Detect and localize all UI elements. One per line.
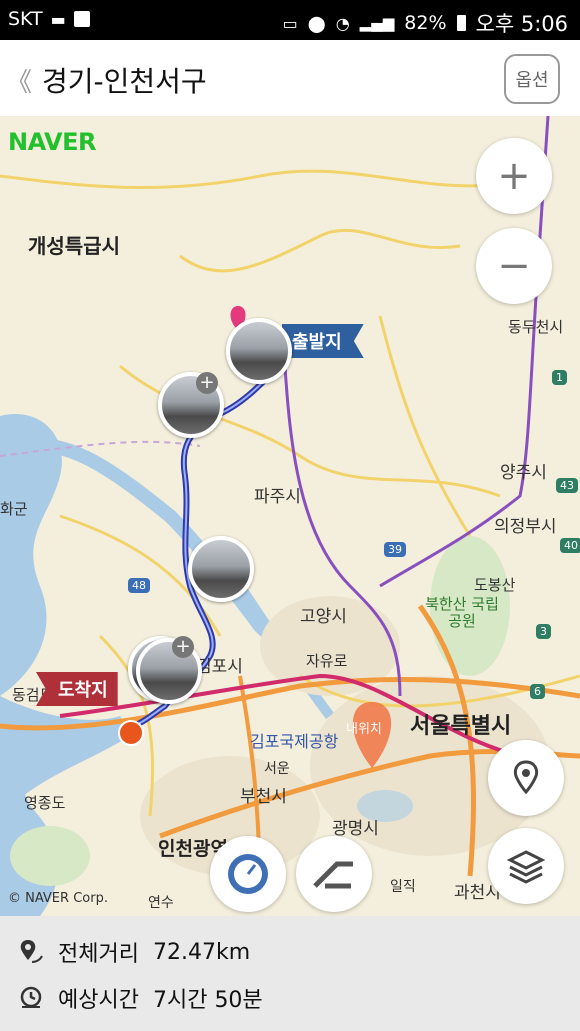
speedometer-icon bbox=[228, 854, 268, 894]
place-label: 도봉산 bbox=[474, 576, 516, 594]
time-label: 예상시간 bbox=[58, 988, 139, 1013]
place-label: 동두천시 bbox=[508, 318, 564, 336]
zoom-in-button[interactable]: + bbox=[476, 138, 552, 214]
place-label: 부천시 bbox=[240, 787, 287, 807]
place-label: 개성특급시 bbox=[28, 234, 120, 258]
message-icon: ▬ bbox=[50, 9, 66, 29]
road-shield: 40 bbox=[560, 538, 580, 553]
location-pin-icon bbox=[513, 760, 539, 795]
road-shield: 48 bbox=[128, 578, 150, 593]
carrier: SKT bbox=[8, 8, 43, 30]
wifi-icon: ◔ bbox=[335, 13, 350, 33]
minus-icon: − bbox=[497, 243, 531, 289]
road-shield: 1 bbox=[552, 370, 567, 385]
place-label: 북한산 국립공원 bbox=[425, 595, 499, 630]
photo-marker[interactable] bbox=[188, 536, 254, 602]
route-summary: 전체거리 72.47km 예상시간 7시간 50분 bbox=[0, 916, 580, 1031]
photo-marker[interactable] bbox=[226, 318, 292, 384]
start-flag[interactable]: 출발지 bbox=[282, 324, 364, 358]
route-end-icon bbox=[118, 720, 144, 746]
speedometer-button[interactable] bbox=[210, 836, 286, 912]
naver-logo: NAVER bbox=[8, 128, 96, 156]
signal-icon: ▂▄▆ bbox=[359, 14, 395, 32]
place-label: 광명시 bbox=[332, 819, 379, 839]
time-row: 예상시간 7시간 50분 bbox=[18, 982, 263, 1014]
road-label: 일직 bbox=[390, 879, 416, 895]
route-pin-icon bbox=[20, 940, 43, 963]
elevation-button[interactable] bbox=[296, 836, 372, 912]
road-label: 서운 bbox=[264, 761, 290, 777]
my-location-label: 내위치 bbox=[346, 722, 382, 737]
layers-icon bbox=[506, 850, 546, 884]
layers-button[interactable] bbox=[488, 828, 564, 904]
battery-icon bbox=[456, 15, 466, 31]
end-flag[interactable]: 도착지 bbox=[36, 672, 118, 706]
place-label: 의정부시 bbox=[494, 517, 557, 537]
map-copyright: © NAVER Corp. bbox=[8, 891, 108, 906]
zoom-out-button[interactable]: − bbox=[476, 228, 552, 304]
clock: 오후 5:06 bbox=[475, 12, 568, 36]
road-shield: 6 bbox=[530, 684, 545, 699]
app-header: 《 경기-인천서구 옵션 bbox=[0, 40, 580, 117]
place-label: 화군 bbox=[0, 500, 28, 518]
place-label: 김포시 bbox=[196, 657, 243, 677]
elevation-icon bbox=[313, 861, 353, 889]
clock-icon bbox=[20, 986, 42, 1008]
distance-value: 72.47km bbox=[152, 939, 251, 965]
road-shield: 3 bbox=[536, 624, 551, 639]
road-shield: 43 bbox=[556, 478, 578, 493]
app-icon bbox=[73, 11, 90, 27]
plus-icon: + bbox=[497, 153, 531, 199]
place-label: 고양시 bbox=[300, 607, 347, 627]
plus-icon: + bbox=[172, 636, 194, 658]
road-shield: 39 bbox=[384, 542, 406, 557]
options-button[interactable]: 옵션 bbox=[504, 54, 560, 104]
place-label: 파주시 bbox=[254, 487, 301, 507]
back-button[interactable]: 《 bbox=[6, 62, 32, 99]
distance-row: 전체거리 72.47km bbox=[18, 936, 250, 968]
plus-icon: + bbox=[196, 372, 218, 394]
road-label: 자유로 bbox=[306, 652, 348, 670]
time-value: 7시간 50분 bbox=[152, 988, 263, 1013]
place-label: 김포국제공항 bbox=[250, 732, 339, 751]
my-location-button[interactable] bbox=[488, 740, 564, 816]
page-title: 경기-인천서구 bbox=[42, 65, 207, 98]
status-bar: SKT ▬ ▭ ⬤ ◔ ▂▄▆ 82% 오후 5:06 bbox=[0, 0, 580, 40]
map-view[interactable]: NAVER + − 개성특급시 파주시 고양시 김포시 서울특별시 김포국제공항… bbox=[0, 116, 580, 916]
place-label: 영종도 bbox=[24, 794, 66, 812]
road-label: 연수 bbox=[148, 895, 174, 911]
distance-label: 전체거리 bbox=[58, 942, 139, 967]
location-icon: ⬤ bbox=[307, 13, 326, 33]
cast-icon: ▭ bbox=[282, 13, 298, 33]
place-label: 양주시 bbox=[500, 463, 547, 483]
battery-percent: 82% bbox=[404, 12, 447, 34]
place-label: 서울특별시 bbox=[410, 714, 512, 739]
